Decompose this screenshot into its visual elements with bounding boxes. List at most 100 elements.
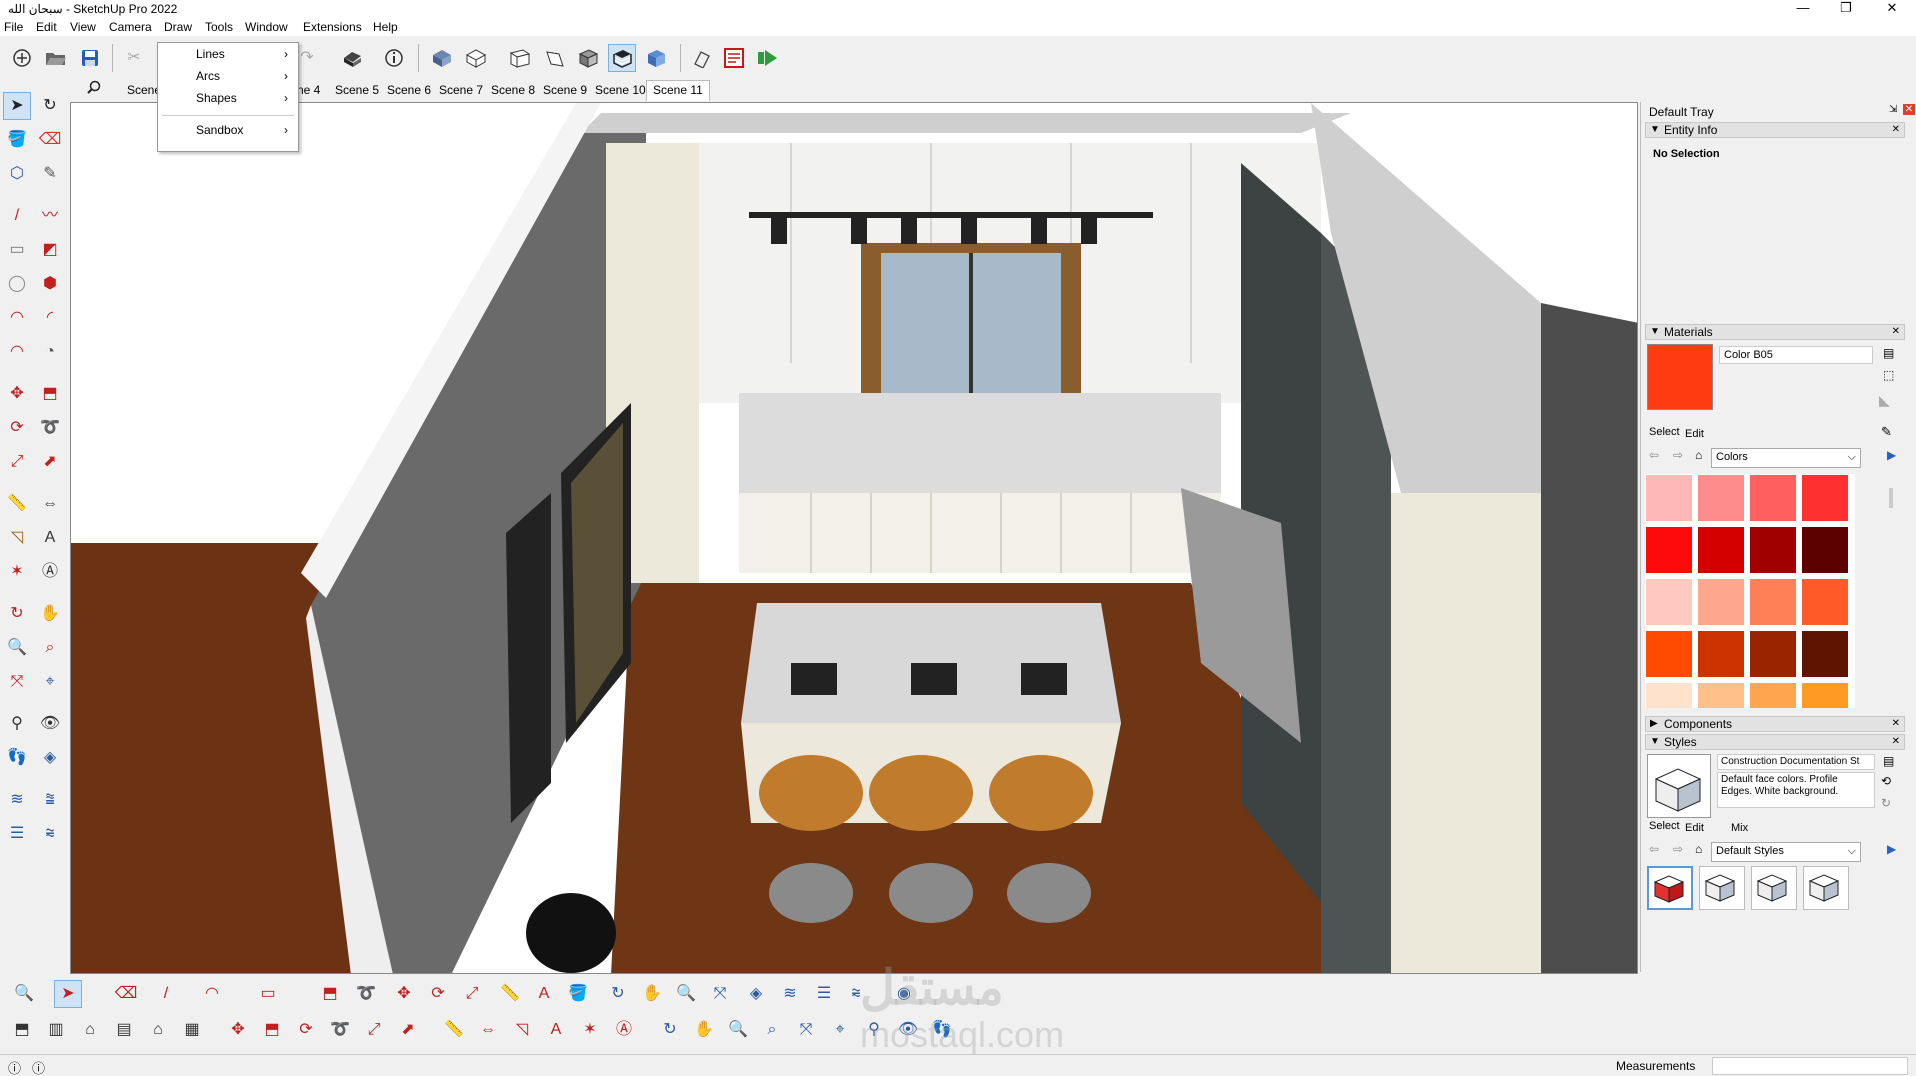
line-icon[interactable]: / xyxy=(3,202,31,230)
zoom-extents-icon[interactable]: ⤧ xyxy=(706,980,734,1008)
panel-close-icon[interactable]: ✕ xyxy=(1892,325,1900,339)
zoom-icon[interactable]: 🔍 xyxy=(724,1016,752,1044)
refresh-icon[interactable]: ↻ xyxy=(1881,796,1891,810)
search-scenes-icon[interactable] xyxy=(83,76,105,98)
menu-edit[interactable]: Edit xyxy=(36,20,57,34)
walk-icon[interactable]: 👣 xyxy=(3,744,31,772)
section-icon[interactable]: ◈ xyxy=(742,980,770,1008)
follow-me-icon[interactable]: ➰ xyxy=(326,1016,354,1044)
current-material-swatch[interactable] xyxy=(1647,344,1713,410)
orbit-tool-icon[interactable]: ↻ xyxy=(3,600,31,628)
material-swatch[interactable] xyxy=(1801,578,1849,626)
eraser-icon[interactable]: ⌫ xyxy=(112,980,140,1008)
update-style-icon[interactable]: ⟲ xyxy=(1881,774,1891,788)
styles-header[interactable]: ▼ Styles ✕ xyxy=(1645,734,1905,750)
scrollbar-thumb[interactable] xyxy=(1889,488,1893,508)
pie-icon[interactable]: ◔ xyxy=(36,338,64,366)
zoom-tool-icon[interactable]: 🔍 xyxy=(672,980,700,1008)
circle-icon[interactable]: ◯ xyxy=(3,270,31,298)
right-view-icon[interactable] xyxy=(540,44,568,72)
details-icon[interactable]: ▶ xyxy=(1887,448,1896,462)
home-icon[interactable]: ⌂ xyxy=(1695,842,1702,856)
top-view-icon[interactable] xyxy=(462,44,490,72)
eraser-icon[interactable]: ⌫ xyxy=(36,126,64,154)
zoom-window-icon[interactable]: ⌕ xyxy=(36,634,64,662)
menu-view[interactable]: View xyxy=(70,20,96,34)
forward-arrow-icon[interactable]: ⇨ xyxy=(1673,448,1683,462)
text-icon[interactable]: A xyxy=(542,1016,570,1044)
material-swatch[interactable] xyxy=(1801,682,1849,708)
offset-icon[interactable]: ⬈ xyxy=(394,1016,422,1044)
style-thumb[interactable] xyxy=(1699,866,1745,910)
send-to-layout-icon[interactable] xyxy=(754,44,782,72)
sample-paint-icon[interactable]: ✎ xyxy=(1881,424,1892,440)
protractor-icon[interactable]: ◹ xyxy=(508,1016,536,1044)
scene-tab-6[interactable]: Scene 6 xyxy=(387,83,431,97)
pan-icon[interactable]: ✋ xyxy=(638,980,666,1008)
select-icon[interactable]: ➤ xyxy=(3,92,31,120)
details-icon[interactable]: ▶ xyxy=(1887,842,1896,856)
sandbox-stamp-icon[interactable]: ⩰ xyxy=(36,786,64,814)
zoom-window-icon[interactable]: ⌕ xyxy=(758,1016,786,1044)
material-swatch[interactable] xyxy=(1697,526,1745,574)
create-style-icon[interactable]: ▤ xyxy=(1883,754,1894,768)
material-swatch[interactable] xyxy=(1749,474,1797,522)
scene-tab-5[interactable]: Scene 5 xyxy=(335,83,379,97)
paint-bucket-icon[interactable]: 🪣 xyxy=(564,980,592,1008)
iso-view-icon[interactable]: ⬒ xyxy=(8,1016,36,1044)
material-swatch[interactable] xyxy=(1697,474,1745,522)
styles-edit-tab[interactable]: Edit xyxy=(1685,822,1704,834)
pan-icon[interactable]: ✋ xyxy=(36,600,64,628)
arc-icon[interactable]: ◠ xyxy=(3,304,31,332)
previous-view-icon[interactable]: ⌖ xyxy=(36,668,64,696)
menu-window[interactable]: Window xyxy=(245,20,288,34)
back-arrow-icon[interactable]: ⇦ xyxy=(1649,448,1659,462)
draw-menu-arcs[interactable]: Arcs › xyxy=(158,65,298,87)
tray-close-icon[interactable]: ✕ xyxy=(1903,104,1915,115)
tape-measure-icon[interactable]: 📏 xyxy=(3,490,31,518)
material-swatch[interactable] xyxy=(1801,526,1849,574)
styles-library-select[interactable]: Default Styles ⌵ xyxy=(1711,842,1861,862)
materials-library-select[interactable]: Colors ⌵ xyxy=(1711,448,1861,468)
style-thumb[interactable] xyxy=(1751,866,1797,910)
back-view-icon[interactable]: ▦ xyxy=(178,1016,206,1044)
sandbox-drape-icon[interactable]: ☰ xyxy=(3,820,31,848)
menu-camera[interactable]: Camera xyxy=(109,20,152,34)
styles-mix-tab[interactable]: Mix xyxy=(1731,822,1748,834)
scale-icon[interactable]: ⤢ xyxy=(360,1016,388,1044)
select-icon[interactable]: ➤ xyxy=(54,980,82,1008)
back-view-icon[interactable] xyxy=(574,44,602,72)
scene-tab-9[interactable]: Scene 9 xyxy=(543,83,587,97)
print-icon[interactable] xyxy=(338,44,366,72)
display-secondary-icon[interactable]: ⬚ xyxy=(1883,368,1894,382)
push-pull-icon[interactable]: ⬒ xyxy=(258,1016,286,1044)
arc-icon[interactable]: ◠ xyxy=(198,980,226,1008)
menu-file[interactable]: File xyxy=(4,20,23,34)
rectangle-icon[interactable]: ▭ xyxy=(3,236,31,264)
offset-icon[interactable]: ⬈ xyxy=(36,448,64,476)
material-name-field[interactable]: Color B05 xyxy=(1719,346,1873,364)
default-material-icon[interactable]: ◣ xyxy=(1879,392,1890,409)
position-camera-icon[interactable]: ⚲ xyxy=(3,710,31,738)
help-icon[interactable]: ⓘ xyxy=(8,1058,21,1076)
three-point-arc-icon[interactable]: ◠ xyxy=(3,338,31,366)
material-swatch[interactable] xyxy=(1645,578,1693,626)
material-swatch[interactable] xyxy=(1801,474,1849,522)
line-icon[interactable]: / xyxy=(152,980,180,1008)
home-icon[interactable]: ⌂ xyxy=(1695,448,1702,462)
pan-icon[interactable]: ✋ xyxy=(690,1016,718,1044)
material-swatch[interactable] xyxy=(1645,630,1693,678)
new-icon[interactable] xyxy=(8,44,36,72)
material-swatch[interactable] xyxy=(1749,526,1797,574)
info-icon[interactable]: ⓘ xyxy=(32,1058,45,1076)
push-pull-icon[interactable]: ⬒ xyxy=(36,380,64,408)
material-swatch[interactable] xyxy=(1645,526,1693,574)
right-view-icon[interactable]: ⌂ xyxy=(144,1016,172,1044)
save-icon[interactable] xyxy=(76,44,104,72)
zoom-extents-icon[interactable]: ⤧ xyxy=(792,1016,820,1044)
materials-edit-tab[interactable]: Edit xyxy=(1685,428,1704,440)
two-point-arc-icon[interactable]: ◜ xyxy=(36,304,64,332)
front-view-icon[interactable] xyxy=(506,44,534,72)
sandbox-flip-icon[interactable]: ⩬ xyxy=(36,820,64,848)
scene-tab-11[interactable]: Scene 11 xyxy=(646,80,710,101)
